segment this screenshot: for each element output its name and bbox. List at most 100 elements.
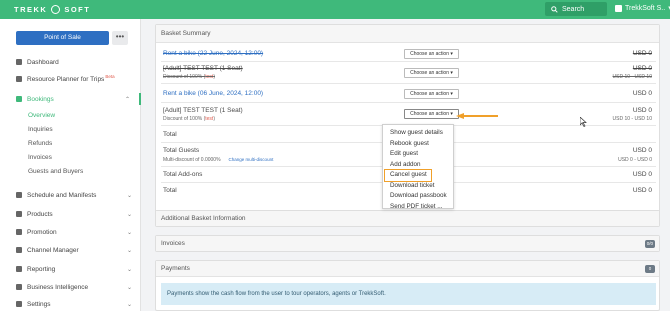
total-guests-range: USD 0 - USD 0 [618,157,652,163]
row-price: USD 0 [632,50,652,57]
chevron-down-icon: ⌄ [126,247,132,254]
sidebar-item-reporting[interactable]: Reporting ⌄ [0,263,141,275]
sidebar-item-bookings[interactable]: Bookings ⌃ [0,93,141,105]
payments-count-badge: 0 [645,265,655,273]
chevron-down-icon: ⌄ [126,284,132,291]
menu-item-download-ticket[interactable]: Download ticket [383,181,453,192]
additional-basket-panel[interactable]: Additional Basket Information [155,210,660,227]
sidebar: Point of Sale ••• Dashboard Resource Pla… [0,19,141,311]
chevron-down-icon: ⌄ [126,301,132,308]
settings-icon [16,301,22,307]
sidebar-item-resource-planner[interactable]: Resource Planner for TripsBeta [0,73,141,85]
chevron-up-icon: ⌃ [124,96,130,103]
basket-row: [Adult] TEST TEST (1 Seat) Discount of 1… [161,62,656,84]
top-bar: TREKK SOFT Search TrekkSoft S.. ▾ [0,0,670,19]
resource-icon [16,76,22,82]
total-guests-price: USD 0 [632,147,652,154]
sidebar-item-label: Schedule and Manifests [27,191,97,199]
sidebar-item-label: Reporting [27,265,56,273]
calendar-icon [16,192,22,198]
menu-item-cancel-guest[interactable]: Cancel guest [384,169,432,181]
menu-item-rebook-guest[interactable]: Rebook guest [383,139,453,150]
sidebar-item-schedule[interactable]: Schedule and Manifests ⌄ [0,189,141,201]
menu-item-show-guest-details[interactable]: Show guest details [383,128,453,139]
sidebar-item-label: Products [27,210,53,218]
choose-action-select-open[interactable]: Choose an action ▾ [404,109,459,119]
more-options-button[interactable]: ••• [112,31,128,45]
total-guests-label: Total Guests [163,147,200,154]
sidebar-item-label: Promotion [27,228,57,236]
row-price: USD 0 [632,90,652,97]
reporting-icon [16,266,22,272]
bi-icon [16,284,22,290]
basket-row: Rent a bike (22 June, 2024, 12:00) Choos… [161,46,656,62]
chevron-down-icon: ⌄ [126,192,132,199]
multi-discount-text: Multi-discount of 0.0000% Change multi-di… [163,157,274,163]
sidebar-item-label: Channel Manager [27,246,79,254]
user-avatar-icon [615,4,622,12]
beta-badge: Beta [105,74,115,80]
sidebar-sub-inquiries[interactable]: Inquiries [28,126,53,133]
sidebar-sub-guests-buyers[interactable]: Guests and Buyers [28,168,83,175]
sidebar-item-settings[interactable]: Settings ⌄ [0,298,141,310]
sidebar-item-label: Resource Planner for TripsBeta [27,74,115,84]
change-multi-discount-link[interactable]: Change multi-discount [229,157,274,162]
user-menu[interactable]: TrekkSoft S.. ▾ [615,4,670,12]
point-of-sale-button[interactable]: Point of Sale [16,31,109,45]
row-price-range: USD 10 - USD 10 [612,116,652,122]
logo-mark-icon [51,5,61,14]
menu-item-edit-guest[interactable]: Edit guest [383,149,453,160]
grand-total-price: USD 0 [632,187,652,194]
mouse-cursor-icon [580,117,587,127]
menu-item-download-passbook[interactable]: Download passbook [383,191,453,202]
dashboard-icon [16,59,22,65]
row-discount: Discount of 100% (test) [163,116,215,122]
search-label: Search [562,5,585,13]
row-title: [Adult] TEST TEST (1 Seat) [163,107,243,114]
chevron-down-icon: ⌄ [126,211,132,218]
row-title[interactable]: Rent a bike (06 June, 2024, 12:00) [163,90,263,97]
channel-icon [16,247,22,253]
row-price: USD 0 [632,107,652,114]
sidebar-item-label: Dashboard [27,58,59,66]
sidebar-item-promotion[interactable]: Promotion ⌄ [0,226,141,238]
sidebar-item-label: Business Intelligence [27,283,89,291]
menu-item-send-pdf-ticket[interactable]: Send PDF ticket ... [383,202,453,213]
basket-row: Rent a bike (06 June, 2024, 12:00) Choos… [161,84,656,103]
sidebar-sub-invoices[interactable]: Invoices [28,154,52,161]
search-button[interactable]: Search [545,2,607,16]
sidebar-sub-overview[interactable]: Overview [28,112,55,119]
trekksoft-logo[interactable]: TREKK SOFT [14,5,90,14]
user-name: TrekkSoft S.. [625,4,666,12]
basket-summary-title: Basket Summary [156,25,659,43]
row-title: [Adult] TEST TEST (1 Seat) [163,65,243,72]
promotion-icon [16,229,22,235]
choose-action-select[interactable]: Choose an action ▾ [404,68,459,78]
row-price: USD 0 [632,65,652,72]
sidebar-item-channel-manager[interactable]: Channel Manager ⌄ [0,244,141,256]
menu-item-add-addon[interactable]: Add addon [383,160,453,171]
row-price-range: USD 10 - USD 10 [612,74,652,80]
sidebar-item-dashboard[interactable]: Dashboard [0,56,141,68]
payments-title[interactable]: Payments [156,261,659,277]
additional-basket-title: Additional Basket Information [156,211,659,226]
choose-action-select[interactable]: Choose an action ▾ [404,49,459,59]
products-icon [16,211,22,217]
logo-text-right: SOFT [64,5,91,14]
sidebar-sub-refunds[interactable]: Refunds [28,140,52,147]
chevron-down-icon: ⌄ [126,266,132,273]
invoices-title: Invoices [156,236,659,251]
choose-action-select[interactable]: Choose an action ▾ [404,89,459,99]
row-discount: Discount of 100% (test) [163,74,215,80]
payments-panel: Payments 0 Payments show the cash flow f… [155,260,660,311]
invoices-count-badge: 0/0 [644,240,655,248]
total-addons-price: USD 0 [632,171,652,178]
invoices-panel[interactable]: Invoices 0/0 [155,235,660,252]
chevron-down-icon: ⌄ [126,229,132,236]
sidebar-item-business-intelligence[interactable]: Business Intelligence ⌄ [0,281,141,293]
bookings-icon [16,96,22,102]
row-title[interactable]: Rent a bike (22 June, 2024, 12:00) [163,50,263,57]
logo-text-left: TREKK [14,5,48,14]
sidebar-item-products[interactable]: Products ⌄ [0,208,141,220]
total-label: Total [163,131,177,138]
